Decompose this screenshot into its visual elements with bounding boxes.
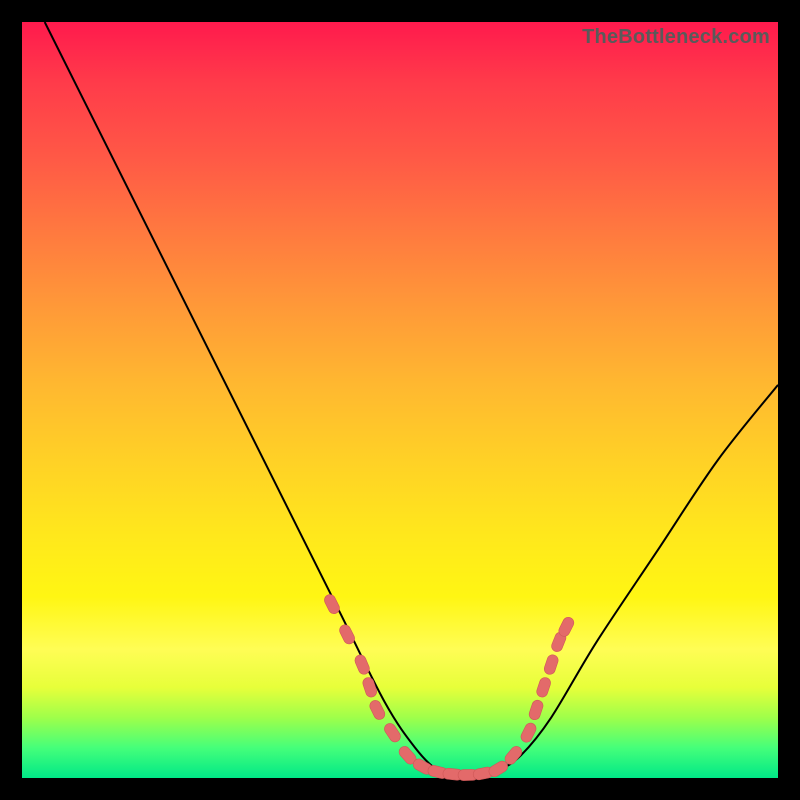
chart-svg [22, 22, 778, 778]
bottleneck-curve [45, 22, 778, 779]
chart-frame: TheBottleneck.com [22, 22, 778, 778]
marker-group [323, 593, 576, 781]
curve-marker [543, 653, 560, 675]
curve-marker [323, 593, 342, 616]
curve-marker [535, 676, 552, 698]
curve-group [45, 22, 778, 779]
chart-plot-area: TheBottleneck.com [22, 22, 778, 778]
curve-marker [528, 699, 545, 721]
curve-marker [361, 676, 378, 698]
